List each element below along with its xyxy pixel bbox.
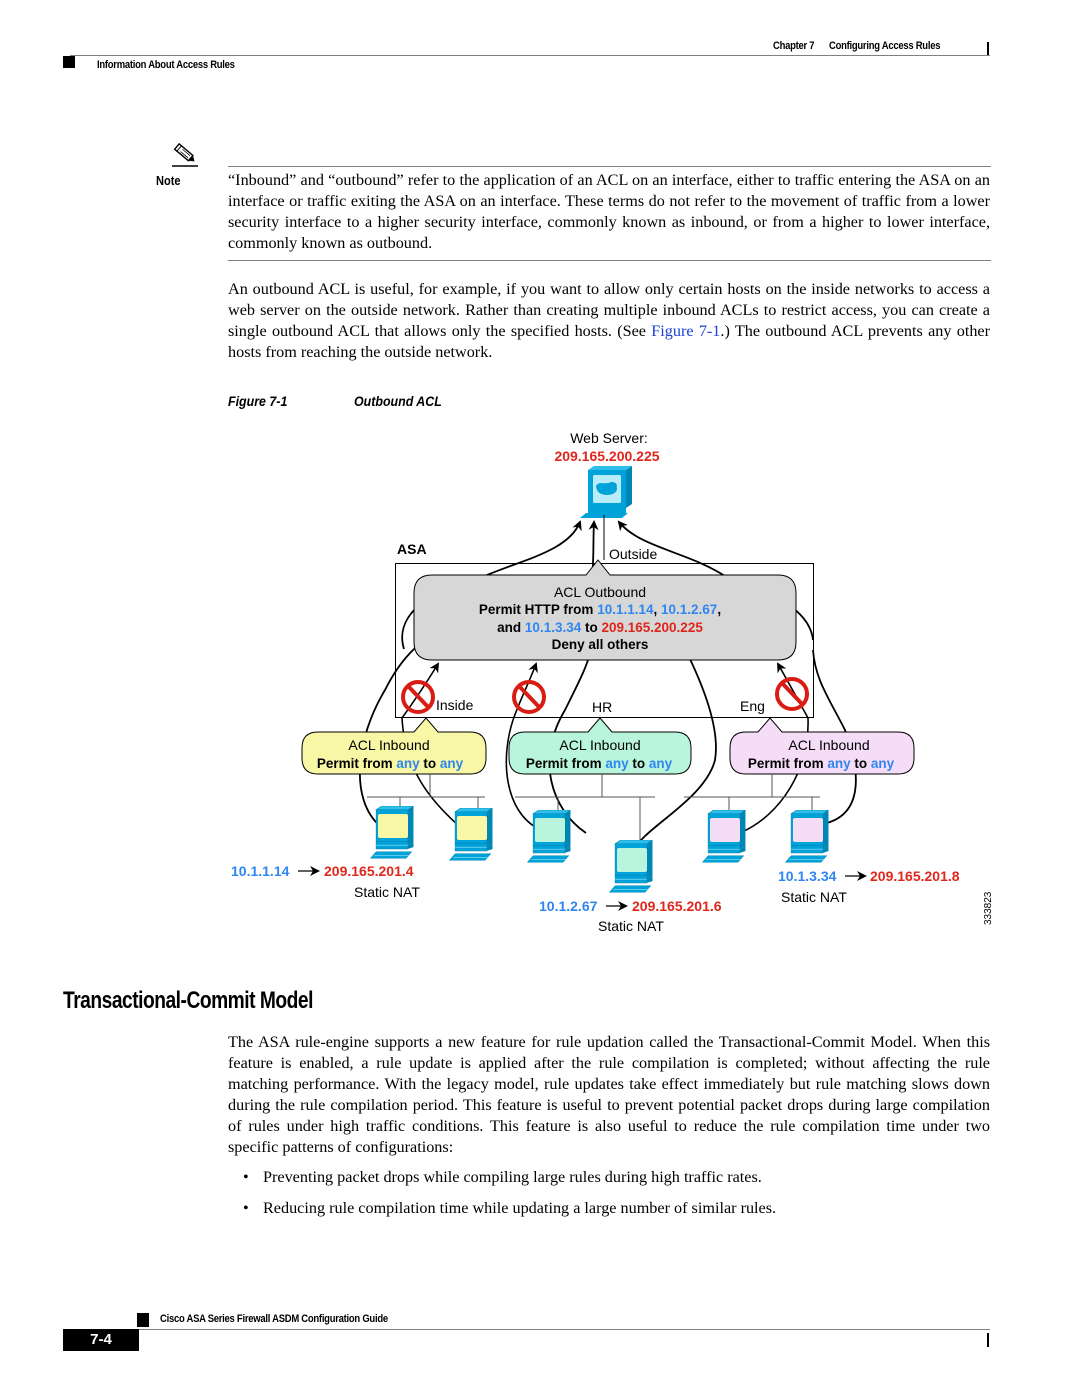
acl-inbound-callout-eng: ACL Inbound Permit from any to any <box>729 717 915 775</box>
web-server-icon <box>580 466 632 518</box>
outbound-acl-diagram: Web Server: 209.165.200.225 ASA Outside … <box>231 430 994 934</box>
nat-label: Static NAT <box>598 918 664 934</box>
nat-outside-ip: 209.165.201.8 <box>870 868 960 884</box>
acl-inbound-callout-hr: ACL Inbound Permit from any to any <box>508 717 692 775</box>
acl-inbound-title: ACL Inbound <box>788 737 869 753</box>
nat-mapping-3: 10.1.3.34 209.165.201.8 Static NAT <box>778 868 960 905</box>
deny-icon <box>512 680 546 714</box>
nat-inside-ip: 10.1.1.14 <box>231 863 290 879</box>
nat-mapping-1: 10.1.1.14 209.165.201.4 Static NAT <box>231 863 420 900</box>
bullet-item: Reducing rule compilation time while upd… <box>243 1199 1003 1230</box>
acl-inbound-rule: Permit from any to any <box>748 756 895 771</box>
web-server-label: Web Server: <box>570 430 648 446</box>
acl-inbound-rule: Permit from any to any <box>526 756 673 771</box>
host-computer-eng-1 <box>702 810 746 863</box>
interface-label-hr: HR <box>592 699 612 715</box>
host-computer-eng-2 <box>785 810 829 863</box>
interface-label-inside: Inside <box>436 697 474 713</box>
asa-label: ASA <box>397 541 427 557</box>
section-paragraph: The ASA rule-engine supports a new featu… <box>228 1033 990 1156</box>
acl-inbound-rule: Permit from any to any <box>317 756 464 771</box>
acl-outbound-line1: Permit HTTP from 10.1.1.14, 10.1.2.67, <box>479 602 721 617</box>
acl-inbound-title: ACL Inbound <box>559 737 640 753</box>
network-bus-eng <box>684 774 820 812</box>
page-number: 7-4 <box>63 1329 139 1351</box>
acl-inbound-callout-inside: ACL Inbound Permit from any to any <box>301 717 487 775</box>
nat-mapping-2: 10.1.2.67 209.165.201.6 Static NAT <box>539 898 722 934</box>
web-server-ip: 209.165.200.225 <box>554 448 659 464</box>
nat-outside-ip: 209.165.201.6 <box>632 898 722 914</box>
acl-outbound-title: ACL Outbound <box>554 584 646 600</box>
host-computer-inside-2 <box>449 808 493 861</box>
section-title: Transactional-Commit Model <box>63 987 313 1014</box>
footer-edge-mark <box>987 1333 989 1347</box>
nat-label: Static NAT <box>781 889 847 905</box>
flow-arrow <box>479 520 582 579</box>
nat-outside-ip: 209.165.201.4 <box>324 863 414 879</box>
acl-outbound-line3: Deny all others <box>552 637 649 652</box>
bullet-item: Preventing packet drops while compiling … <box>243 1168 1003 1199</box>
outside-label: Outside <box>609 546 657 562</box>
deny-icon <box>775 677 809 711</box>
nat-label: Static NAT <box>354 884 420 900</box>
footer-marker <box>137 1313 149 1327</box>
host-computer-hr-1 <box>527 810 571 863</box>
footer-guide-title: Cisco ASA Series Firewall ASDM Configura… <box>160 1313 388 1325</box>
nat-inside-ip: 10.1.3.34 <box>778 868 837 884</box>
interface-label-eng: Eng <box>740 698 765 714</box>
section-bullet-list: Preventing packet drops while compiling … <box>243 1168 1003 1230</box>
host-computer-hr-2 <box>609 840 653 893</box>
figure-id: 333823 <box>983 891 994 925</box>
nat-inside-ip: 10.1.2.67 <box>539 898 598 914</box>
footer-rule <box>137 1329 990 1330</box>
host-computer-inside-1 <box>370 806 414 859</box>
deny-icon <box>401 680 435 714</box>
acl-outbound-callout: ACL Outbound Permit HTTP from 10.1.1.14,… <box>413 559 797 661</box>
acl-inbound-title: ACL Inbound <box>348 737 429 753</box>
acl-outbound-line2: and 10.1.3.34 to 209.165.200.225 <box>497 620 703 635</box>
